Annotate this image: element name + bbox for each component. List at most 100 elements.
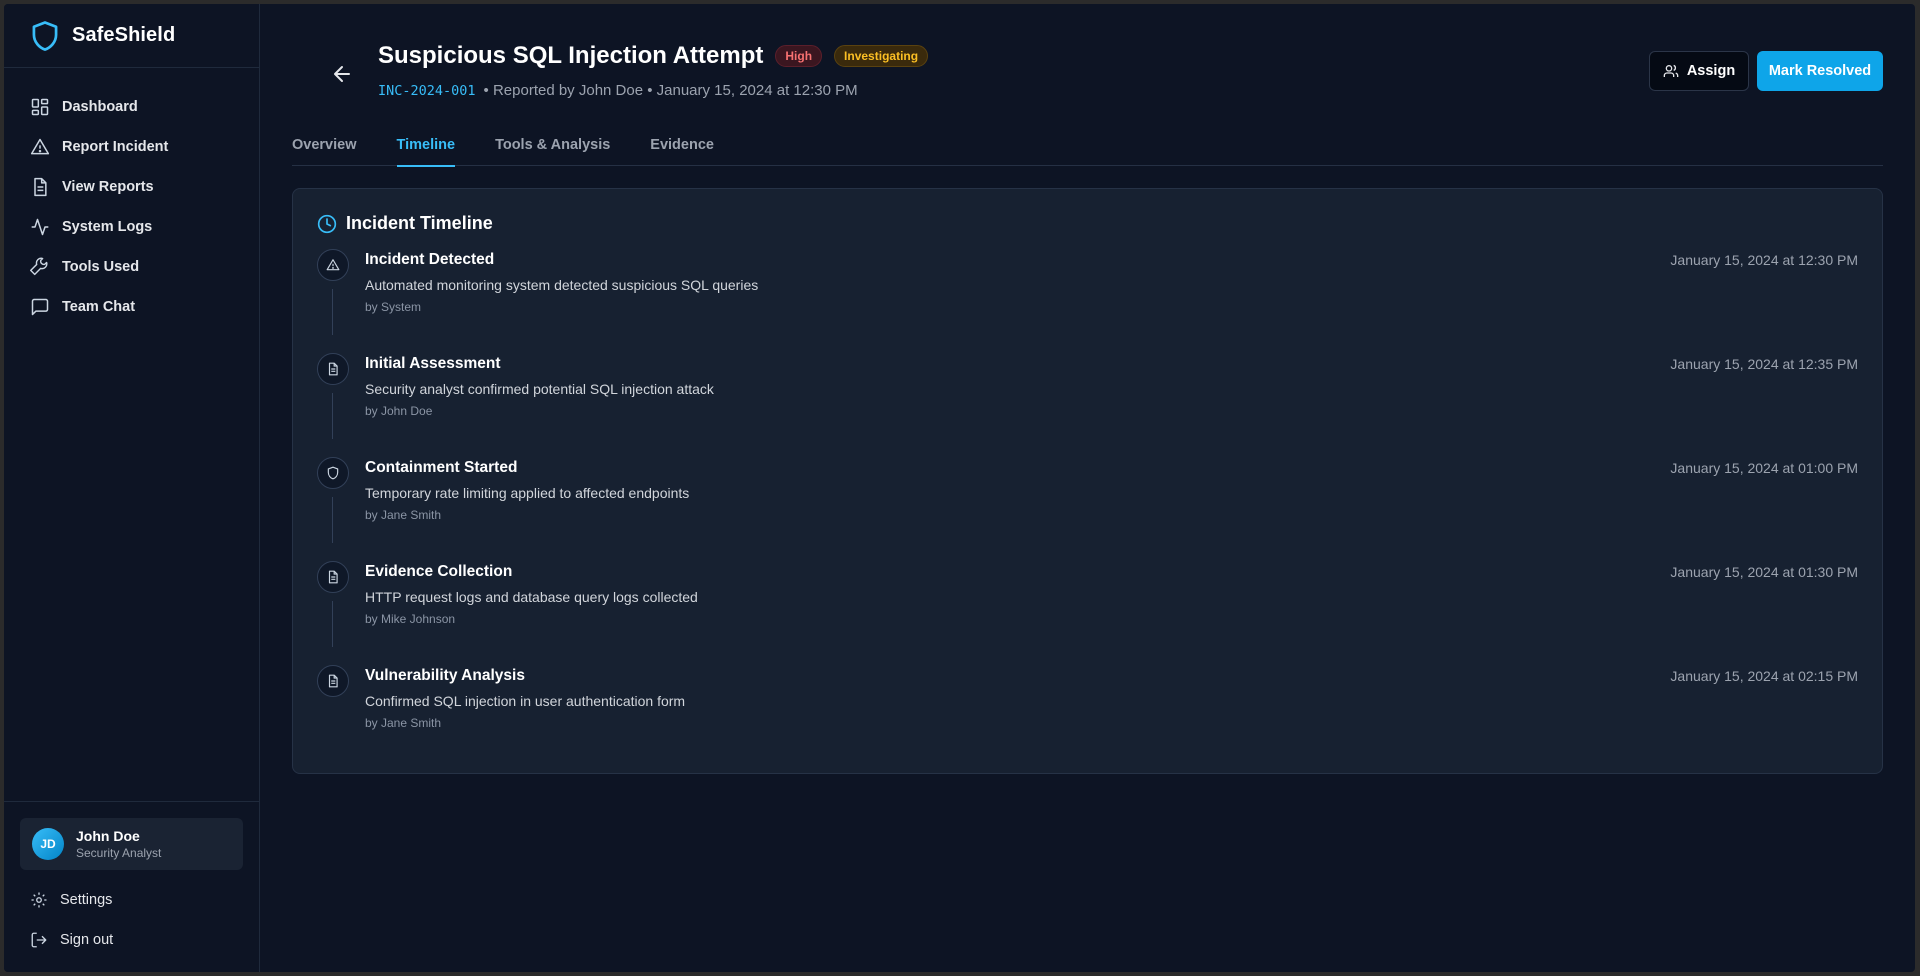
file-text-icon (328, 674, 338, 688)
shield-icon (327, 466, 339, 480)
event-title: Evidence Collection (365, 563, 513, 580)
timeline-event: Vulnerability Analysis Confirmed SQL inj… (317, 665, 1858, 769)
sidebar-item-label: System Logs (62, 219, 153, 235)
brand-name: SafeShield (72, 24, 176, 46)
card-header: Incident Timeline (317, 213, 493, 234)
sidebar-item-label: Dashboard (62, 99, 138, 115)
assign-label: Assign (1686, 63, 1736, 79)
severity-badge: High (775, 45, 823, 67)
timeline-event: Initial Assessment Security analyst conf… (317, 353, 1858, 457)
main-content: Suspicious SQL Injection Attempt High In… (260, 4, 1915, 972)
event-timestamp: January 15, 2024 at 01:30 PM (1670, 564, 1858, 580)
file-text-icon (34, 177, 47, 197)
event-icon-wrap (317, 353, 349, 385)
settings-link[interactable]: Settings (20, 880, 243, 920)
log-out-icon (31, 932, 47, 948)
sidebar-item-label: Team Chat (62, 299, 136, 315)
event-body: Evidence Collection HTTP request logs an… (365, 563, 698, 626)
wrench-icon (30, 257, 48, 276)
alert-triangle-icon (326, 259, 340, 271)
activity-icon (31, 218, 49, 236)
file-text-icon (328, 362, 338, 376)
event-author: by Jane Smith (365, 508, 442, 522)
user-role: Security Analyst (76, 846, 162, 860)
mark-resolved-button[interactable]: Mark Resolved (1757, 51, 1883, 91)
tab-timeline[interactable]: Timeline (396, 130, 455, 167)
sidebar-item-dashboard[interactable]: Dashboard (4, 87, 259, 127)
sidebar-item-team-chat[interactable]: Team Chat (4, 287, 259, 327)
gear-icon (31, 892, 47, 908)
event-icon-wrap (317, 249, 349, 281)
back-arrow-icon[interactable] (330, 62, 354, 86)
event-timestamp: January 15, 2024 at 12:30 PM (1670, 252, 1858, 268)
event-timestamp: January 15, 2024 at 12:35 PM (1670, 356, 1858, 372)
event-description: HTTP request logs and database query log… (365, 589, 698, 605)
tab-overview[interactable]: Overview (292, 130, 357, 166)
timeline-connector (332, 393, 333, 439)
sign-out-label: Sign out (60, 932, 114, 948)
user-profile-card[interactable]: JD John Doe Security Analyst (20, 818, 243, 870)
event-timestamp: January 15, 2024 at 01:00 PM (1670, 460, 1858, 476)
incident-id: INC-2024-001 (378, 82, 476, 99)
alert-triangle-icon (30, 138, 50, 155)
sign-out-link[interactable]: Sign out (20, 920, 243, 960)
card-title: Incident Timeline (346, 213, 493, 233)
incident-timeline-card: Incident Timeline Incident Detected Auto… (292, 188, 1883, 774)
avatar: JD (32, 828, 64, 860)
tab-tools-analysis[interactable]: Tools & Analysis (495, 130, 610, 166)
event-body: Incident Detected Automated monitoring s… (365, 251, 758, 314)
timeline-connector (332, 601, 333, 647)
status-badge: Investigating (834, 45, 929, 67)
timeline-list: Incident Detected Automated monitoring s… (317, 249, 1858, 769)
brand[interactable]: SafeShield (4, 4, 259, 68)
incident-reported-info: • Reported by John Doe • January 15, 202… (483, 82, 858, 99)
tab-evidence[interactable]: Evidence (650, 130, 714, 166)
clock-icon (317, 214, 337, 233)
sidebar-item-view-reports[interactable]: View Reports (4, 167, 259, 207)
settings-label: Settings (60, 892, 113, 908)
event-description: Confirmed SQL injection in user authenti… (365, 693, 686, 709)
timeline-event: Evidence Collection HTTP request logs an… (317, 561, 1858, 665)
timeline-event: Incident Detected Automated monitoring s… (317, 249, 1858, 353)
event-author: by John Doe (365, 404, 433, 418)
sidebar-item-tools-used[interactable]: Tools Used (4, 247, 259, 287)
sidebar: SafeShield Dashboard Report Incident Vie… (4, 4, 260, 972)
tab-bar: Overview Timeline Tools & Analysis Evide… (292, 130, 1883, 167)
event-icon-wrap (317, 561, 349, 593)
sidebar-item-report-incident[interactable]: Report Incident (4, 127, 259, 167)
assign-button[interactable]: Assign (1649, 51, 1749, 91)
event-title: Vulnerability Analysis (365, 667, 525, 684)
user-info: John Doe Security Analyst (76, 828, 161, 860)
shield-logo-icon (32, 20, 58, 51)
event-description: Automated monitoring system detected sus… (365, 277, 759, 293)
event-title: Initial Assessment (365, 355, 501, 372)
sidebar-item-label: Report Incident (62, 139, 169, 155)
event-body: Containment Started Temporary rate limit… (365, 459, 689, 522)
event-description: Temporary rate limiting applied to affec… (365, 485, 690, 501)
sidebar-item-system-logs[interactable]: System Logs (4, 207, 259, 247)
app-window: SafeShield Dashboard Report Incident Vie… (4, 4, 1915, 972)
event-title: Containment Started (365, 459, 518, 476)
event-author: by Mike Johnson (365, 612, 456, 626)
user-name: John Doe (76, 828, 140, 844)
title-row: Suspicious SQL Injection Attempt High In… (378, 42, 929, 70)
sidebar-item-label: View Reports (62, 179, 154, 195)
incident-meta: INC-2024-001 • Reported by John Doe • Ja… (378, 82, 858, 99)
message-square-icon (31, 298, 49, 316)
event-author: by Jane Smith (365, 716, 442, 730)
sidebar-nav: Dashboard Report Incident View Reports S… (4, 68, 259, 801)
event-icon-wrap (317, 457, 349, 489)
header-actions: Assign Mark Resolved (1649, 51, 1883, 91)
event-description: Security analyst confirmed potential SQL… (365, 381, 714, 397)
sidebar-item-label: Tools Used (62, 259, 140, 275)
sidebar-footer: JD John Doe Security Analyst Settings Si… (4, 801, 259, 972)
timeline-connector (332, 289, 333, 335)
event-author: by System (365, 300, 422, 314)
event-icon-wrap (317, 665, 349, 697)
event-body: Vulnerability Analysis Confirmed SQL inj… (365, 667, 685, 730)
timeline-event: Containment Started Temporary rate limit… (317, 457, 1858, 561)
timeline-connector (332, 497, 333, 543)
event-timestamp: January 15, 2024 at 02:15 PM (1670, 668, 1858, 684)
page-title: Suspicious SQL Injection Attempt (378, 42, 764, 69)
event-title: Incident Detected (365, 251, 495, 268)
